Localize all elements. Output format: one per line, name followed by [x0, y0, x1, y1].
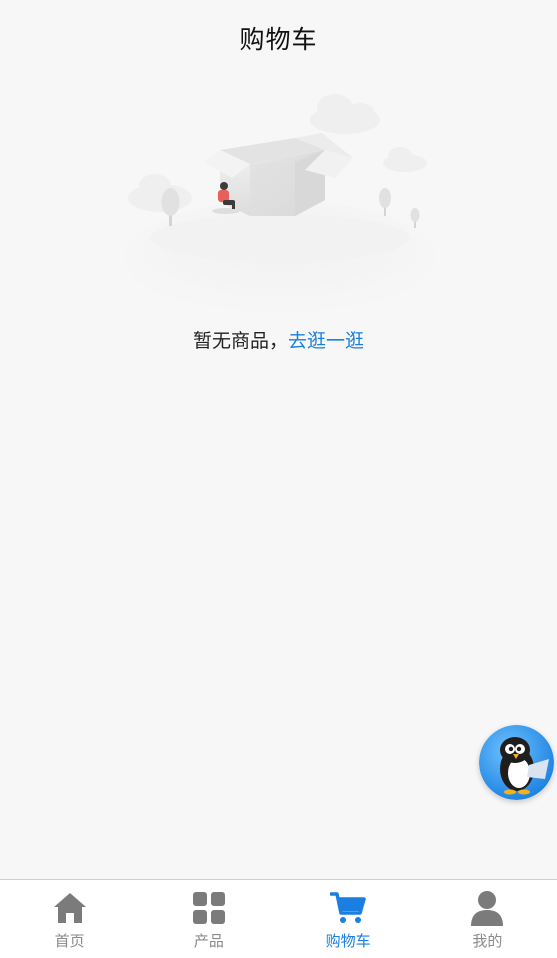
go-shopping-link[interactable]: 去逛一逛: [288, 331, 364, 352]
home-icon: [52, 890, 88, 926]
nav-bar: 购物车: [0, 0, 557, 76]
penguin-avatar-icon: [479, 725, 554, 800]
tab-cart-label: 购物车: [325, 933, 371, 950]
tab-home-label: 首页: [54, 933, 85, 950]
grid-icon: [191, 890, 227, 926]
tab-home[interactable]: 首页: [0, 880, 139, 958]
page-title: 购物车: [239, 26, 318, 54]
bottom-tab-bar: 首页 产品 购物车 我的: [0, 879, 557, 958]
cart-icon: [330, 890, 366, 926]
empty-cart-message: 暂无商品，: [192, 331, 288, 352]
empty-cart-message-row: 暂无商品，去逛一逛: [0, 326, 557, 353]
tab-profile[interactable]: 我的: [418, 880, 557, 958]
user-icon: [469, 890, 505, 926]
empty-box-illustration: [125, 94, 435, 316]
tab-profile-label: 我的: [472, 933, 503, 950]
tab-products-label: 产品: [193, 933, 224, 950]
tab-products[interactable]: 产品: [139, 880, 278, 958]
tab-cart[interactable]: 购物车: [279, 880, 418, 958]
customer-service-avatar-button[interactable]: [479, 725, 554, 800]
